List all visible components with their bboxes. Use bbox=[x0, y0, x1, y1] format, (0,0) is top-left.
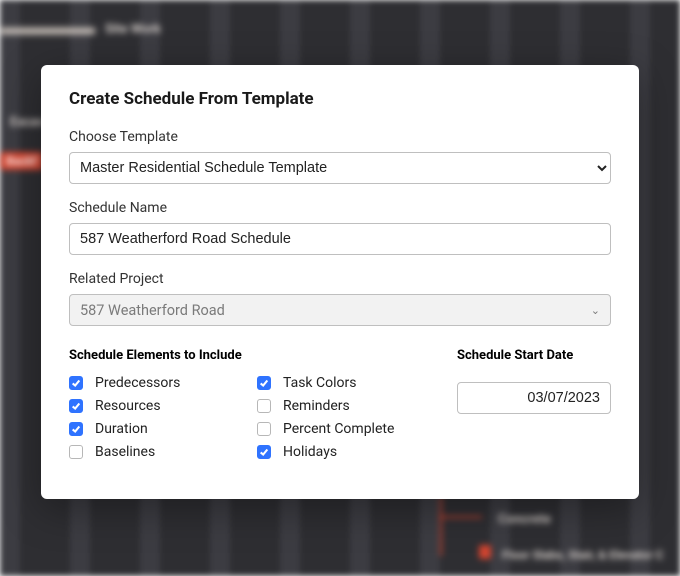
checkbox-row: Resources bbox=[69, 398, 239, 414]
checkbox-row: Task Colors bbox=[257, 375, 427, 391]
checkbox-label: Holidays bbox=[283, 444, 337, 460]
modal-title: Create Schedule From Template bbox=[69, 89, 611, 109]
gantt-label: Excav bbox=[10, 115, 44, 130]
checkbox-row: Holidays bbox=[257, 444, 427, 460]
gantt-label: Site Work bbox=[105, 22, 161, 37]
checkbox[interactable] bbox=[257, 445, 271, 459]
checkbox-label: Baselines bbox=[95, 444, 155, 460]
checkbox-label: Task Colors bbox=[283, 375, 356, 391]
gantt-chip: Backf bbox=[0, 152, 43, 170]
gantt-bar bbox=[0, 28, 95, 34]
template-select[interactable]: Master Residential Schedule Template bbox=[69, 152, 611, 184]
create-schedule-modal: Create Schedule From Template Choose Tem… bbox=[41, 65, 639, 499]
elements-checkbox-group: Predecessors Resources Duration Baselines T… bbox=[69, 375, 427, 460]
checkbox[interactable] bbox=[69, 422, 83, 436]
checkbox-label: Predecessors bbox=[95, 375, 180, 391]
elements-label: Schedule Elements to Include bbox=[69, 348, 427, 363]
schedule-name-input[interactable] bbox=[69, 223, 611, 255]
start-date-label: Schedule Start Date bbox=[457, 348, 611, 363]
gantt-node bbox=[479, 545, 491, 559]
checkbox-row: Predecessors bbox=[69, 375, 239, 391]
checkbox[interactable] bbox=[69, 399, 83, 413]
checkbox[interactable] bbox=[257, 376, 271, 390]
checkbox-row: Baselines bbox=[69, 444, 239, 460]
checkbox-label: Duration bbox=[95, 421, 148, 437]
checkbox-row: Duration bbox=[69, 421, 239, 437]
template-label: Choose Template bbox=[69, 129, 611, 145]
related-project-value: 587 Weatherford Road bbox=[80, 302, 225, 319]
checkbox[interactable] bbox=[69, 376, 83, 390]
checkbox-row: Percent Complete bbox=[257, 421, 427, 437]
gantt-label: Concrete bbox=[498, 512, 551, 527]
related-project-label: Related Project bbox=[69, 271, 611, 287]
checkbox-label: Reminders bbox=[283, 398, 350, 414]
schedule-name-label: Schedule Name bbox=[69, 200, 611, 216]
gantt-label: Backf bbox=[0, 150, 43, 169]
checkbox-label: Resources bbox=[95, 398, 161, 414]
checkbox[interactable] bbox=[257, 399, 271, 413]
start-date-input[interactable] bbox=[457, 382, 611, 414]
related-project-select[interactable]: 587 Weatherford Road ⌄ bbox=[69, 294, 611, 326]
gantt-label: Floor Slabs, Stair, & Elevator C bbox=[502, 548, 664, 562]
chevron-down-icon: ⌄ bbox=[591, 304, 600, 317]
checkbox-row: Reminders bbox=[257, 398, 427, 414]
checkbox[interactable] bbox=[257, 422, 271, 436]
checkbox[interactable] bbox=[69, 445, 83, 459]
gantt-connector bbox=[440, 516, 482, 518]
gantt-connector bbox=[440, 496, 442, 556]
checkbox-label: Percent Complete bbox=[283, 421, 394, 437]
